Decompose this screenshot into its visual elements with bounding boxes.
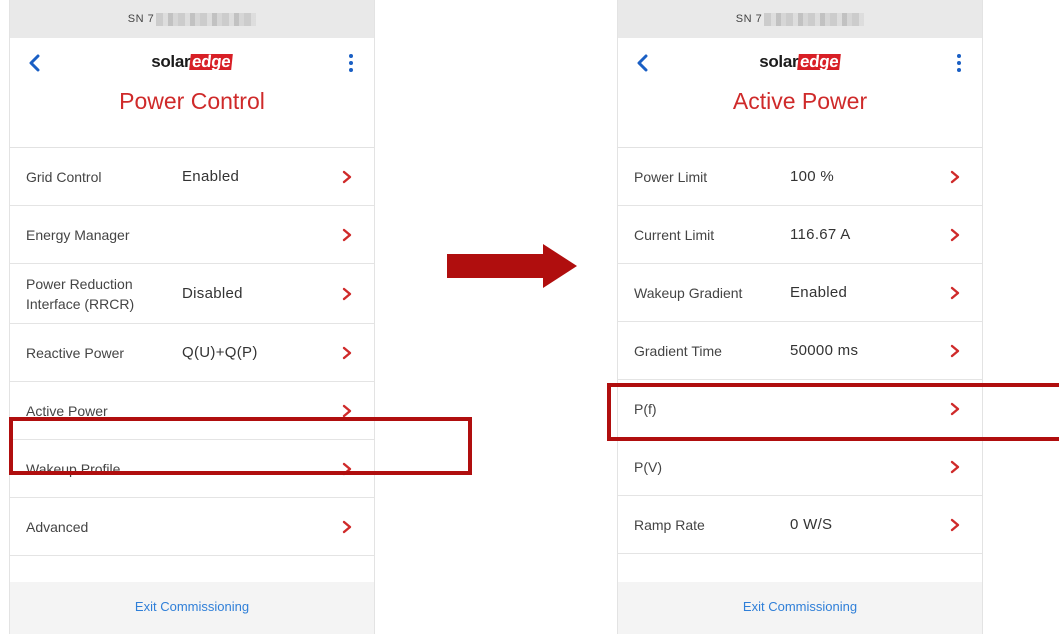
footer: Exit Commissioning [618,582,982,634]
row-gradient-time[interactable]: Gradient Time 50000 ms [618,322,982,380]
logo-solar-text: solar [151,52,191,71]
row-label: Advanced [26,518,89,535]
serial-number-redacted [156,12,257,26]
more-options-button[interactable] [954,52,964,74]
logo-edge-text: edge [189,52,234,71]
chevron-right-icon [342,228,352,241]
exit-commissioning-link[interactable]: Exit Commissioning [10,599,374,614]
row-label: Wakeup Profile [26,460,121,477]
chevron-right-icon [342,287,352,300]
row-value: Q(U)+Q(P) [182,344,258,361]
serial-number-redacted [764,12,865,26]
row-label: Gradient Time [634,342,722,359]
row-p-f[interactable]: P(f) [618,380,982,438]
chevron-right-icon [950,518,960,531]
row-label: P(f) [634,400,657,417]
row-energy-manager[interactable]: Energy Manager [10,206,374,264]
dot-icon [957,61,961,65]
row-label: Power Limit [634,168,708,185]
chevron-right-icon [342,462,352,475]
settings-list: Grid Control Enabled Energy Manager Powe… [10,148,374,556]
row-value: 50000 ms [790,342,859,359]
chevron-right-icon [950,286,960,299]
row-advanced[interactable]: Advanced [10,498,374,556]
solaredge-logo: solaredge [618,52,982,72]
page-title: Power Control [119,88,265,114]
row-current-limit[interactable]: Current Limit 116.67 A [618,206,982,264]
row-value: Enabled [182,168,240,185]
right-arrow-icon [447,244,577,288]
power-control-screen: SN 7 solaredge Power Control Grid Contro… [9,0,375,634]
dot-icon [957,54,961,58]
row-value: Disabled [182,285,243,302]
more-options-button[interactable] [346,52,356,74]
solaredge-logo: solaredge [10,52,374,72]
chevron-right-icon [342,346,352,359]
dot-icon [349,61,353,65]
status-bar: SN 7 [618,0,982,38]
chevron-right-icon [342,520,352,533]
row-value: 100 % [790,168,835,185]
dot-icon [349,68,353,72]
chevron-right-icon [342,404,352,417]
header: solaredge Power Control [10,38,374,148]
row-ramp-rate[interactable]: Ramp Rate 0 W/S [618,496,982,554]
row-value: Enabled [790,284,848,301]
row-label: Current Limit [634,226,715,243]
logo-edge-text: edge [797,52,842,71]
row-power-limit[interactable]: Power Limit 100 % [618,148,982,206]
row-power-reduction-interface[interactable]: Power Reduction Interface (RRCR) Disable… [10,264,374,324]
header: solaredge Active Power [618,38,982,148]
row-label: Active Power [26,402,108,419]
row-p-v[interactable]: P(V) [618,438,982,496]
chevron-right-icon [950,170,960,183]
exit-commissioning-link[interactable]: Exit Commissioning [618,599,982,614]
row-label: Reactive Power [26,344,125,361]
row-active-power[interactable]: Active Power [10,382,374,440]
serial-number-label: SN 7 [735,13,763,25]
serial-number-label: SN 7 [127,13,155,25]
chevron-right-icon [950,460,960,473]
chevron-right-icon [950,402,960,415]
page-title: Active Power [732,88,868,114]
row-label: Energy Manager [26,226,130,243]
status-bar: SN 7 [10,0,374,38]
row-label: Power Reduction Interface (RRCR) [26,275,135,312]
settings-list: Power Limit 100 % Current Limit 116.67 A… [618,148,982,554]
chevron-right-icon [950,344,960,357]
dot-icon [349,54,353,58]
row-label: Ramp Rate [634,516,705,533]
chevron-right-icon [950,228,960,241]
chevron-right-icon [342,170,352,183]
row-value: 0 W/S [790,516,833,533]
row-wakeup-profile[interactable]: Wakeup Profile [10,440,374,498]
dot-icon [957,68,961,72]
row-label: Grid Control [26,168,102,185]
row-value: 116.67 A [790,226,851,243]
row-label: Wakeup Gradient [634,284,743,301]
logo-solar-text: solar [759,52,799,71]
row-reactive-power[interactable]: Reactive Power Q(U)+Q(P) [10,324,374,382]
footer: Exit Commissioning [10,582,374,634]
row-grid-control[interactable]: Grid Control Enabled [10,148,374,206]
row-label: P(V) [634,458,662,475]
row-wakeup-gradient[interactable]: Wakeup Gradient Enabled [618,264,982,322]
active-power-screen: SN 7 solaredge Active Power Power Limit … [617,0,983,634]
